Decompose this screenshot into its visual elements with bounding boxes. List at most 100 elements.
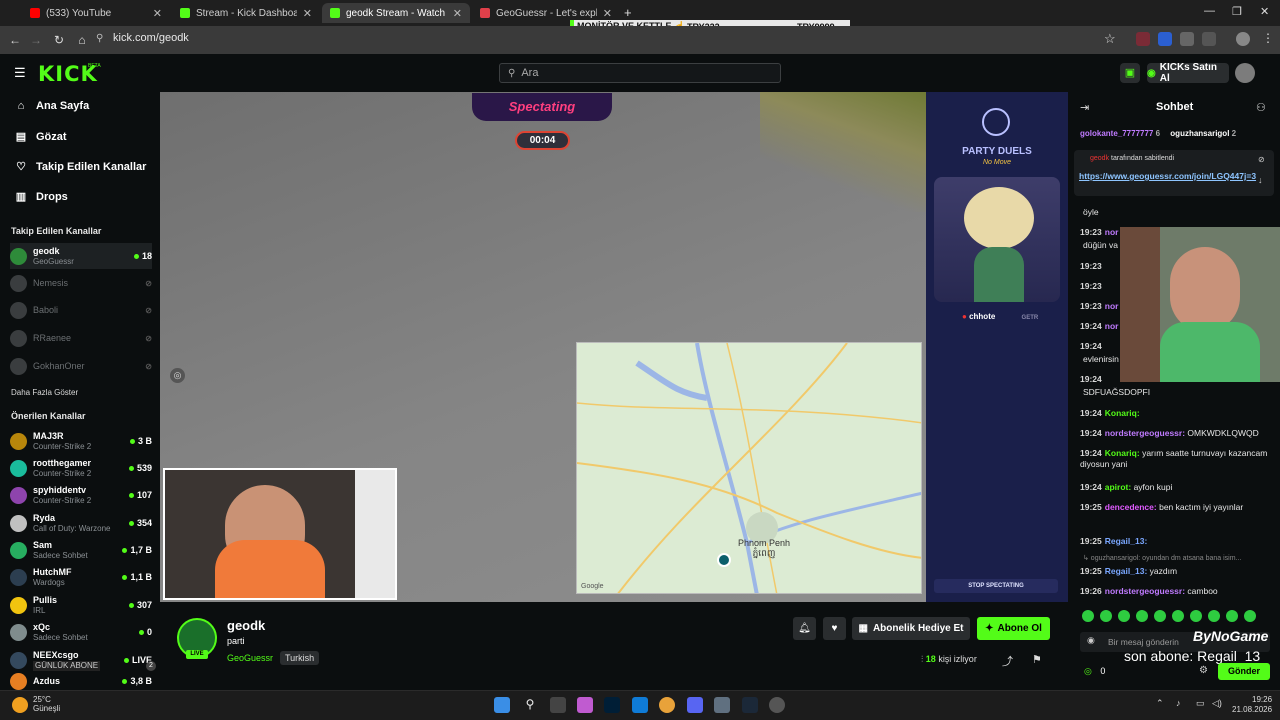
- channel-name[interactable]: geodk: [227, 618, 265, 633]
- followed-channel-offline[interactable]: RRaenee ⊘: [10, 325, 152, 351]
- language-tag[interactable]: Turkish: [280, 651, 320, 665]
- search-input[interactable]: ⚲ Ara: [499, 63, 781, 83]
- microphone-icon[interactable]: ♪: [1176, 698, 1181, 708]
- user-avatar[interactable]: [1235, 63, 1255, 83]
- network-icon[interactable]: ▭: [1196, 698, 1205, 709]
- recommended-channel[interactable]: rootthegamer Counter-Strike 2 539: [10, 455, 152, 481]
- show-more-link[interactable]: Daha Fazla Göster: [11, 388, 78, 397]
- chat-users-icon[interactable]: ⚇: [1256, 101, 1266, 114]
- browser-tab-geodk[interactable]: geodk Stream - Watch Live on Kick✕: [322, 3, 470, 23]
- recommended-channel[interactable]: xQc Sadece Sohbet 0: [10, 619, 152, 645]
- bookmark-star-icon[interactable]: ☆: [1104, 31, 1116, 47]
- emote-icon[interactable]: [1118, 610, 1130, 622]
- followed-channel-geodk[interactable]: geodk GeoGuessr 18: [10, 243, 152, 269]
- pinned-link[interactable]: https://www.geoguessr.com/join/LGQ447j=3: [1079, 171, 1257, 182]
- recommended-channel[interactable]: Sam Sadece Sohbet 1,7 B: [10, 537, 152, 563]
- copilot-icon[interactable]: [577, 697, 593, 713]
- start-menu-icon[interactable]: [494, 697, 510, 713]
- browser-menu-icon[interactable]: ⋮: [1262, 31, 1274, 45]
- sidebar-nav-home[interactable]: ⌂ Ana Sayfa: [14, 100, 90, 112]
- chrome-icon[interactable]: [659, 697, 675, 713]
- profile-icon[interactable]: [1236, 32, 1250, 46]
- settings-taskbar-icon[interactable]: [714, 697, 730, 713]
- hamburger-menu-icon[interactable]: ☰: [14, 65, 26, 81]
- share-icon[interactable]: ⤴: [1002, 653, 1013, 669]
- sidebar-nav-following[interactable]: ♡ Takip Edilen Kanallar: [14, 160, 146, 174]
- extensions-icon[interactable]: [1202, 32, 1216, 46]
- notification-bell-button[interactable]: 🔔︎: [793, 617, 816, 640]
- edge-icon[interactable]: [632, 697, 648, 713]
- sidebar-nav-browse[interactable]: ▤ Gözat: [14, 130, 67, 144]
- emote-icon[interactable]: [1136, 610, 1148, 622]
- unpin-icon[interactable]: ⊘: [1258, 155, 1265, 164]
- emote-icon[interactable]: [1100, 610, 1112, 622]
- channel-points[interactable]: ◎ 0: [1084, 666, 1105, 677]
- extension-icon[interactable]: [1158, 32, 1172, 46]
- sidebar-nav-drops[interactable]: ▥ Drops: [14, 190, 68, 204]
- task-view-icon[interactable]: [550, 697, 566, 713]
- photoshop-icon[interactable]: [604, 697, 620, 713]
- tray-chevron-icon[interactable]: ⌃: [1156, 698, 1164, 709]
- stop-spectating-button[interactable]: STOP SPECTATING: [934, 579, 1058, 593]
- emote-icon[interactable]: [1226, 610, 1238, 622]
- close-tab-icon[interactable]: ✕: [303, 7, 312, 20]
- discord-icon[interactable]: [687, 697, 703, 713]
- collapse-chat-icon[interactable]: ⇥: [1080, 101, 1089, 114]
- emote-bar[interactable]: [1082, 610, 1272, 624]
- minimize-button[interactable]: —: [1204, 5, 1215, 17]
- emote-icon[interactable]: [1082, 610, 1094, 622]
- expand-pin-icon[interactable]: ↓: [1258, 175, 1263, 185]
- weather-icon[interactable]: [12, 697, 28, 713]
- followed-channel-offline[interactable]: GokhanOner ⊘: [10, 353, 152, 379]
- recommended-channel[interactable]: Ryda Call of Duty: Warzone 354: [10, 510, 152, 536]
- close-tab-icon[interactable]: ✕: [603, 7, 612, 20]
- volume-icon[interactable]: ◁): [1212, 698, 1222, 709]
- buy-kicks-button[interactable]: ◉ KICKs Satın Al: [1147, 62, 1229, 84]
- weather-widget[interactable]: 25°C Güneşli: [33, 695, 60, 713]
- recommended-channel[interactable]: Azdus 3,8 B: [10, 672, 152, 690]
- browser-tab-youtube[interactable]: (533) YouTube ✕: [22, 3, 170, 23]
- close-tab-icon[interactable]: ✕: [453, 7, 462, 20]
- gift-subscription-button[interactable]: ▦ Abonelik Hediye Et: [852, 617, 970, 640]
- compass-icon[interactable]: ◎: [170, 368, 185, 383]
- emote-icon[interactable]: [1154, 610, 1166, 622]
- url-field[interactable]: kick.com/geodk: [113, 32, 189, 44]
- chat-reply-context: ↳ oguzhansarigol: oyundan dm atsana bana…: [1083, 555, 1242, 562]
- recommended-channel[interactable]: MAJ3R Counter-Strike 23 B: [10, 428, 152, 454]
- send-message-button[interactable]: Gönder: [1218, 663, 1270, 680]
- steam-icon[interactable]: [742, 697, 758, 713]
- close-window-button[interactable]: ✕: [1260, 5, 1269, 18]
- followed-channel-offline[interactable]: Nemesis ⊘: [10, 270, 152, 296]
- app-icon[interactable]: [769, 697, 785, 713]
- home-browser-icon[interactable]: ⌂: [73, 31, 91, 49]
- follow-heart-button[interactable]: ♥: [823, 617, 846, 640]
- forward-icon[interactable]: →: [27, 31, 45, 49]
- chat-info-icon[interactable]: ◉: [1087, 635, 1095, 646]
- extension-icon[interactable]: [1180, 32, 1194, 46]
- browser-tab-dashboard[interactable]: Stream - Kick Dashboard ✕: [172, 3, 320, 23]
- subscribe-button[interactable]: ✦ Abone Ol: [977, 617, 1050, 640]
- emote-icon[interactable]: [1244, 610, 1256, 622]
- system-clock[interactable]: 19:26 21.08.2026: [1232, 695, 1272, 715]
- stream-category[interactable]: GeoGuessr: [227, 653, 273, 663]
- emote-icon[interactable]: [1190, 610, 1202, 622]
- stream-manager-icon[interactable]: ▣: [1120, 63, 1140, 83]
- emote-icon[interactable]: [1172, 610, 1184, 622]
- report-icon[interactable]: ⚑: [1032, 653, 1042, 666]
- sub-count-badge: 2: [146, 661, 156, 671]
- followed-channel-offline[interactable]: Baboli ⊘: [10, 297, 152, 323]
- recommended-channel[interactable]: spyhiddentv Counter-Strike 2 107: [10, 482, 152, 508]
- emote-icon[interactable]: [1208, 610, 1220, 622]
- chat-settings-gear-icon[interactable]: ⚙: [1199, 665, 1208, 676]
- site-info-icon[interactable]: ⚲: [96, 33, 103, 44]
- new-tab-button[interactable]: +: [624, 5, 632, 20]
- search-taskbar-icon[interactable]: ⚲: [522, 697, 538, 713]
- recommended-channel[interactable]: NEEXcsgo GÜNLÜK ABONE LIVE: [10, 647, 152, 673]
- back-icon[interactable]: ←: [6, 31, 24, 49]
- close-tab-icon[interactable]: ✕: [153, 7, 162, 20]
- recommended-channel[interactable]: HutchMF Wardogs 1,1 B: [10, 564, 152, 590]
- reload-icon[interactable]: ↻: [50, 31, 68, 49]
- extension-icon[interactable]: [1136, 32, 1150, 46]
- maximize-button[interactable]: ❐: [1232, 5, 1242, 18]
- recommended-channel[interactable]: Pullis IRL 307: [10, 592, 152, 618]
